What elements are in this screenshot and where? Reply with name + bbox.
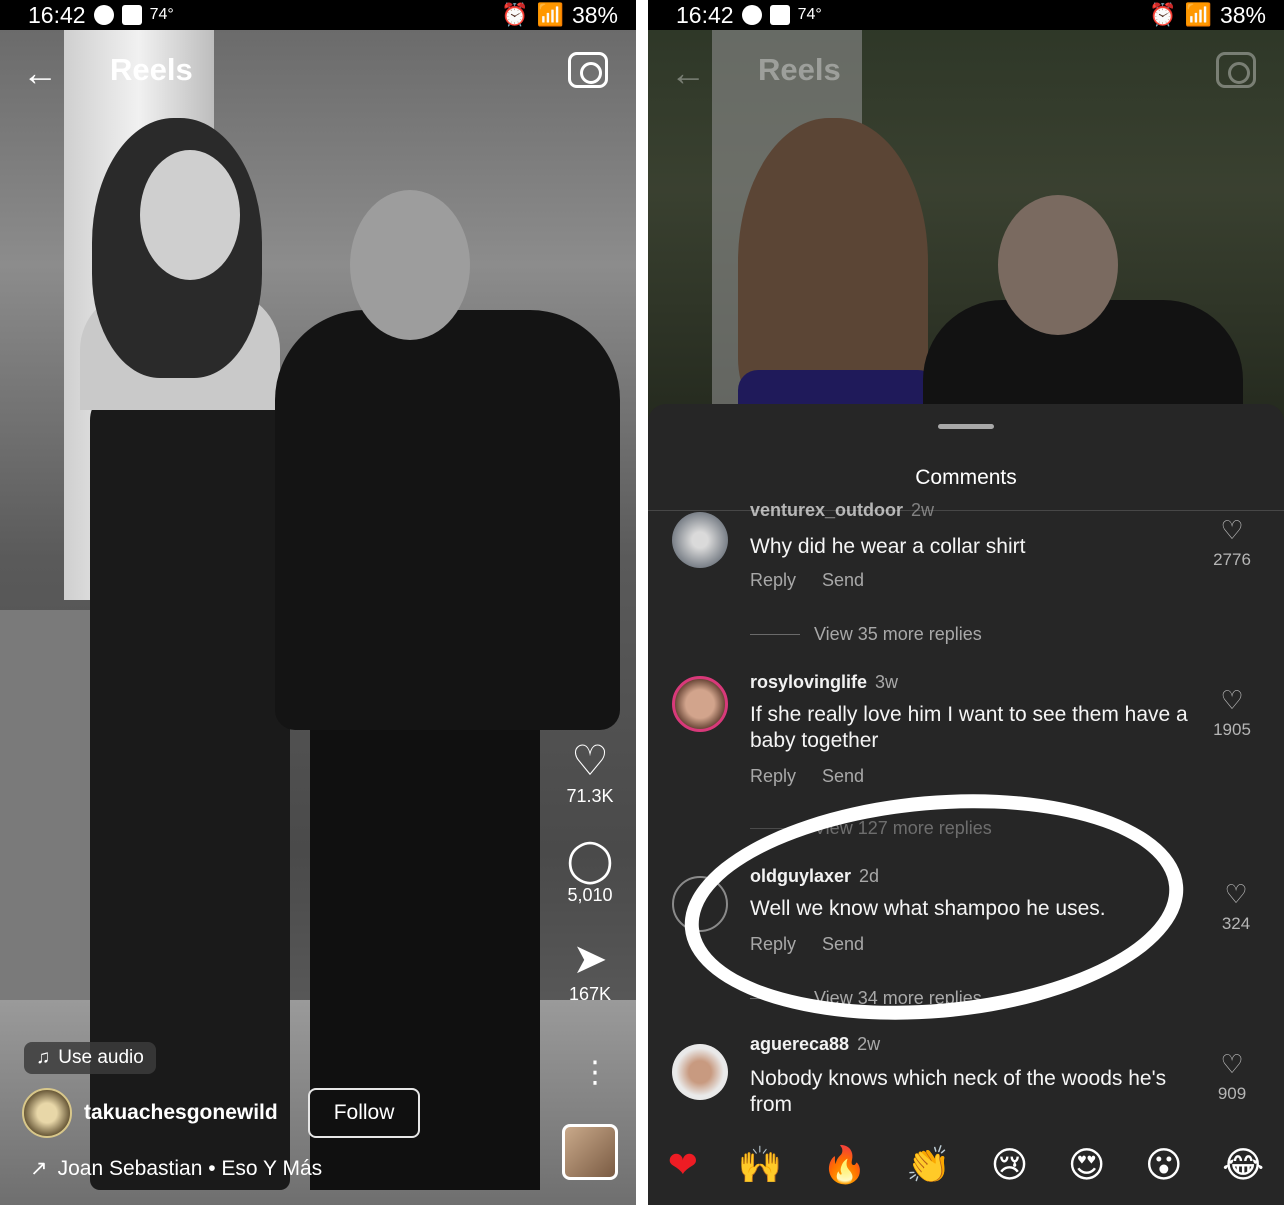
messenger-icon (93, 5, 114, 25)
view-more-replies[interactable]: View 35 more replies (750, 624, 982, 645)
emoji-red-heart[interactable]: ❤ (668, 1146, 698, 1186)
status-temperature: 74° (149, 6, 174, 23)
back-arrow-icon[interactable]: ← (22, 55, 58, 91)
camera-icon (1216, 52, 1256, 88)
share-send-icon[interactable]: ➤ (572, 934, 607, 984)
comment-text: Nobody knows which neck of the woods he'… (750, 1067, 1167, 1116)
photo-man-head (998, 195, 1118, 335)
audio-track-row[interactable]: ↗ Joan Sebastian • Eso Y Más (30, 1156, 322, 1181)
commenter-username[interactable]: aguereca88 2w (750, 1034, 880, 1055)
gallery-icon (121, 5, 142, 25)
view-more-replies-label: View 35 more replies (814, 624, 982, 644)
commenter-username[interactable]: rosylovinglife 3w (750, 672, 898, 693)
reply-button[interactable]: Reply (750, 570, 796, 591)
reel-author-row: takuachesgonewild Follow (22, 1088, 421, 1138)
commenter-avatar[interactable] (672, 676, 728, 732)
comment-bubble-icon[interactable]: ◯ (566, 835, 613, 885)
photo-man-body (275, 310, 620, 730)
comment-actions: Reply Send (750, 766, 864, 787)
page-title: Reels (110, 52, 193, 87)
messenger-icon (741, 5, 762, 25)
wifi-signal-icon: 📶 (1184, 2, 1212, 27)
comment-like[interactable]: ♡ 1905 (1202, 686, 1262, 740)
comment-like[interactable]: ♡ 2776 (1202, 516, 1262, 570)
commenter-avatar[interactable] (672, 1044, 728, 1100)
comment-like-count: 909 (1217, 1084, 1247, 1103)
comment-like[interactable]: ♡ 324 (1206, 880, 1266, 934)
reel-actions: ♡ 71.3K ◯ 5,010 ➤ 167K (556, 736, 624, 1033)
reels-top-nav-dimmed: ← Reels (648, 30, 1284, 114)
comments-view-panel: 16:42 74° ⏰ 📶 38% ← Reels Comments ventu… (648, 0, 1284, 1205)
comment-like-count: 324 (1221, 914, 1251, 933)
status-bar: 16:42 74° ⏰ 📶 38% (0, 0, 636, 30)
like-count: 71.3K (566, 786, 614, 806)
comment-actions: Reply Send (750, 570, 864, 591)
commenter-avatar[interactable] (672, 512, 728, 568)
heart-outline-icon[interactable]: ♡ (1202, 1050, 1262, 1078)
share-count: 167K (568, 984, 612, 1004)
send-button[interactable]: Send (822, 570, 864, 591)
sheet-drag-handle[interactable] (938, 424, 994, 429)
comment-like-count: 1905 (1213, 720, 1251, 739)
author-avatar[interactable] (22, 1088, 72, 1138)
status-time: 16:42 (28, 1, 86, 28)
camera-icon[interactable] (568, 52, 608, 88)
heart-outline-icon[interactable]: ♡ (1202, 686, 1262, 714)
emoji-heart-eyes[interactable]: 😍 (1068, 1146, 1106, 1186)
emoji-clapping-hands[interactable]: 👏 (906, 1146, 951, 1186)
like-heart-icon[interactable]: ♡ (571, 736, 609, 786)
alarm-icon: ⏰ (501, 2, 529, 27)
comment-text: Why did he wear a collar shirt (750, 535, 1026, 558)
status-battery: 38% (571, 1, 618, 28)
follow-button[interactable]: Follow (307, 1088, 421, 1138)
trending-arrow-icon: ↗ (30, 1157, 48, 1180)
quick-emoji-bar: ❤ 🙌 🔥 👏 😢 😍 😮 😂 (648, 1140, 1284, 1192)
audio-thumbnail[interactable] (562, 1124, 618, 1180)
gallery-icon (769, 5, 790, 25)
reels-top-nav: ← Reels (0, 30, 636, 114)
music-note-icon: ♫ (36, 1047, 51, 1068)
heart-outline-icon[interactable]: ♡ (1202, 516, 1262, 544)
commenter-username[interactable]: venturex_outdoor 2w (750, 500, 934, 521)
comment-like-count: 2776 (1213, 550, 1251, 569)
page-title: Reels (758, 52, 841, 87)
status-bar: 16:42 74° ⏰ 📶 38% (648, 0, 1284, 30)
comment-count: 5,010 (567, 885, 613, 905)
sheet-divider (648, 510, 1284, 511)
heart-outline-icon[interactable]: ♡ (1206, 880, 1266, 908)
comment-like[interactable]: ♡ 909 (1202, 1050, 1262, 1104)
emoji-fire[interactable]: 🔥 (822, 1146, 867, 1186)
photo-woman-face (140, 150, 240, 280)
status-battery: 38% (1219, 1, 1266, 28)
photo-man-head (350, 190, 470, 340)
comment-text: If she really love him I want to see the… (750, 703, 1188, 752)
replies-divider-line (750, 634, 800, 635)
emoji-raising-hands[interactable]: 🙌 (738, 1146, 783, 1186)
status-time: 16:42 (676, 1, 734, 28)
emoji-crying-face[interactable]: 😢 (991, 1146, 1029, 1186)
alarm-icon: ⏰ (1149, 2, 1177, 27)
more-options-icon[interactable]: ⋮ (580, 1058, 610, 1088)
wifi-signal-icon: 📶 (536, 2, 564, 27)
use-audio-label: Use audio (58, 1047, 144, 1068)
reel-view-panel: 16:42 74° ⏰ 📶 38% ← Reels ♡ 71.3K ◯ 5,01… (0, 0, 636, 1205)
status-temperature: 74° (797, 6, 822, 23)
author-username[interactable]: takuachesgonewild (84, 1101, 278, 1125)
send-button[interactable]: Send (822, 766, 864, 787)
use-audio-button[interactable]: ♫ Use audio (24, 1042, 156, 1074)
comments-title: Comments (915, 466, 1017, 489)
comments-sheet: Comments venturex_outdoor 2w Why did he w… (648, 404, 1284, 1205)
emoji-tears-of-joy[interactable]: 😂 (1222, 1146, 1264, 1186)
audio-track-label: Joan Sebastian • Eso Y Más (57, 1156, 323, 1180)
reply-button[interactable]: Reply (750, 766, 796, 787)
back-arrow-icon: ← (670, 52, 706, 93)
emoji-surprised-face[interactable]: 😮 (1145, 1146, 1183, 1186)
